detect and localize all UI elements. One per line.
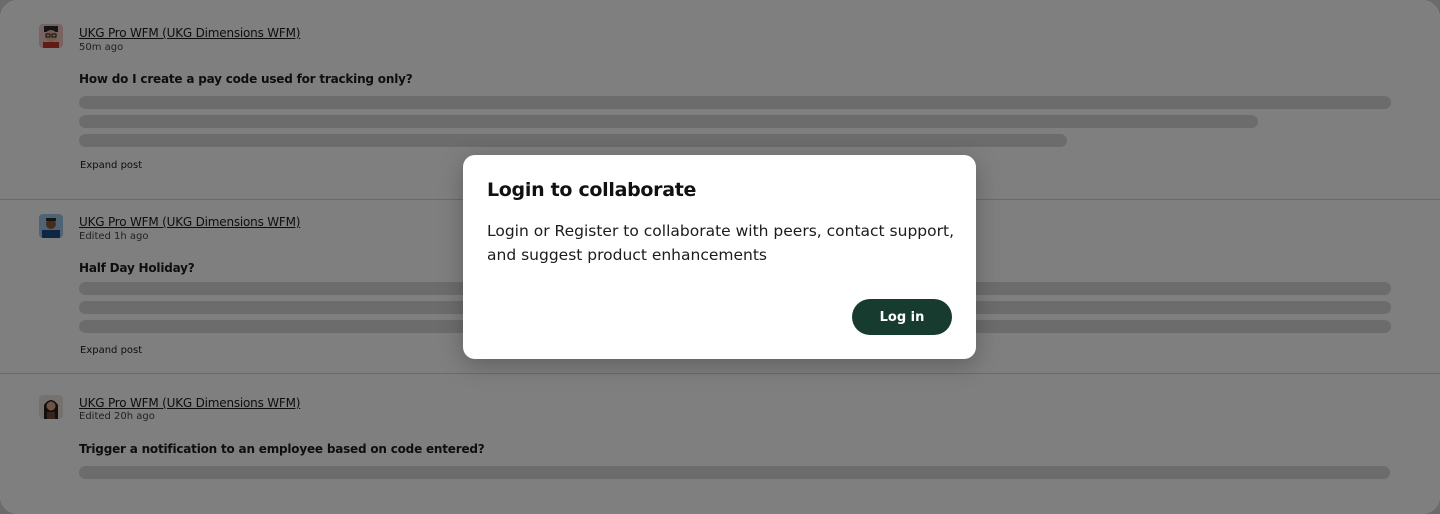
- modal-title: Login to collaborate: [487, 179, 697, 201]
- page-frame: UKG Pro WFM (UKG Dimensions WFM) 50m ago…: [0, 0, 1440, 514]
- login-button[interactable]: Log in: [852, 299, 952, 335]
- modal-message: Login or Register to collaborate with pe…: [487, 222, 954, 264]
- login-modal: Login to collaborate Login or Register t…: [463, 155, 976, 359]
